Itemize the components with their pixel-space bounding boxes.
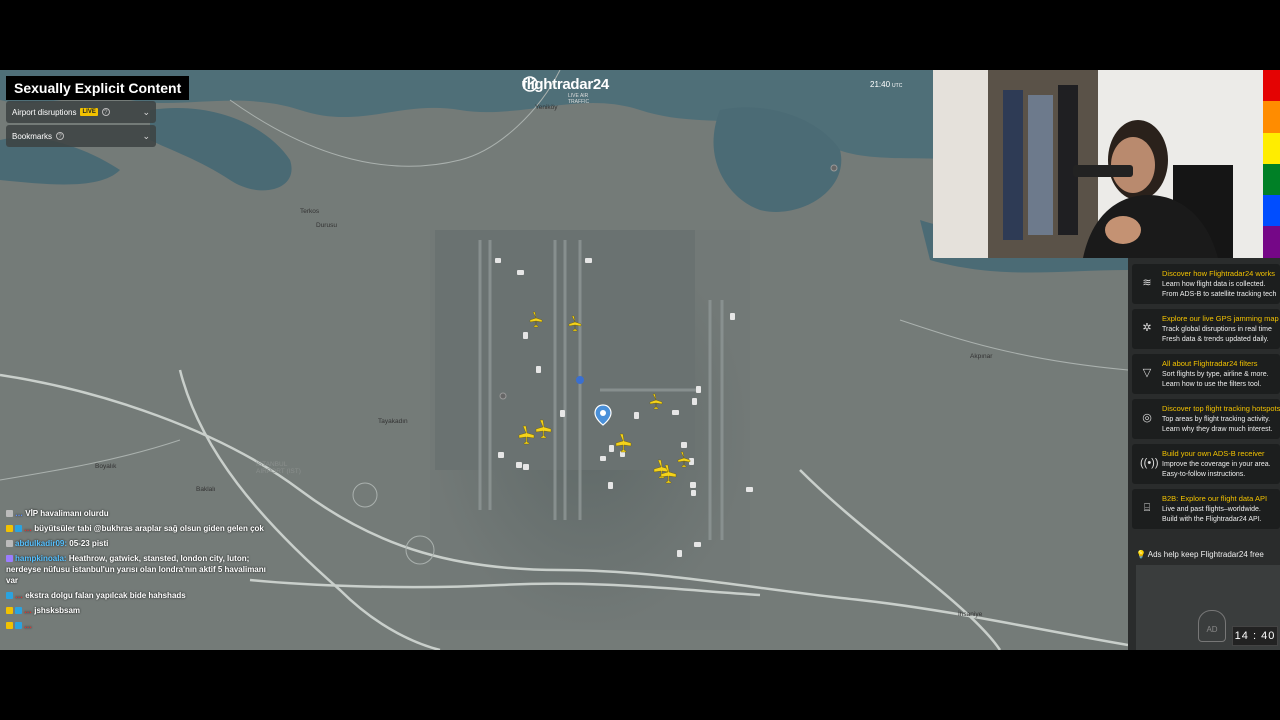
chat-text: VİP havalimanı olurdu (25, 509, 109, 518)
clock-time: 21:40 (870, 80, 891, 89)
chat-message: … VİP havalimanı olurdu (6, 508, 276, 519)
card-title: Discover top flight tracking hotspots (1162, 404, 1280, 413)
chat-message: … ekstra dolgu falan yapılcak bide hahsh… (6, 590, 276, 601)
map-label: Durusu (316, 222, 337, 229)
lightbulb-icon: 💡 (1136, 550, 1146, 559)
chat-message: hampkinoala: Heathrow, gatwick, stansted… (6, 553, 276, 586)
webcam-overlay (933, 70, 1263, 258)
api-icon: ⌸ (1143, 502, 1151, 514)
hotspot-icon: ◎ (1142, 412, 1152, 424)
chat-text: ekstra dolgu falan yapılcak bide hahshad… (25, 591, 186, 600)
card-title: Explore our live GPS jamming map (1162, 314, 1279, 323)
ads-note: 💡 Ads help keep Flightradar24 free (1136, 550, 1264, 559)
card-body: Learn how flight data is collected. From… (1162, 281, 1277, 298)
info-card[interactable]: ◎ Discover top flight tracking hotspots … (1132, 399, 1280, 439)
badge-icon (6, 510, 13, 517)
logo-subtitle: LIVE AIR TRAFFIC (568, 93, 590, 105)
card-body: Improve the coverage in your area. Easy-… (1162, 461, 1271, 478)
chevron-down-icon[interactable]: ⌄ (142, 107, 150, 118)
antenna-icon: ≋ (1142, 277, 1152, 289)
card-title: B2B: Explore our flight data API (1162, 494, 1268, 503)
card-title: All about Flightradar24 filters (1162, 359, 1258, 368)
chat-message: … büyütsüler tabi @bukhras araplar sağ o… (6, 523, 276, 534)
badge-icon (6, 555, 13, 562)
card-body: Top areas by flight tracking activity. L… (1162, 416, 1273, 433)
map-label: Boyalık (95, 463, 117, 470)
card-body: Track global disruptions in real time Fr… (1162, 326, 1272, 343)
badge-icon (15, 525, 22, 532)
map-label: Yeniköy (535, 104, 558, 111)
card-title: Build your own ADS-B receiver (1162, 449, 1265, 458)
chat-message: abdulkadir09: 05-23 pisti (6, 538, 276, 549)
badge-icon (15, 622, 22, 629)
help-icon[interactable]: ? (56, 132, 65, 140)
info-card[interactable]: ▽ All about Flightradar24 filters Sort f… (1132, 354, 1280, 394)
chat-text: 05-23 pisti (69, 539, 109, 548)
chat-message: … jshsksbsam (6, 605, 276, 616)
badge-icon (6, 525, 13, 532)
chat-username: hampkinoala: (15, 554, 67, 563)
clock-zone: UTC (892, 83, 903, 89)
chat-username: … (24, 621, 32, 630)
chat-username: … (24, 606, 32, 615)
info-card[interactable]: ⌸ B2B: Explore our flight data API Live … (1132, 489, 1280, 529)
card-body: Live and past flights–worldwide. Build w… (1162, 506, 1262, 523)
chat-message: … (6, 620, 276, 631)
content-warning-banner: Sexually Explicit Content (6, 76, 190, 100)
receiver-icon: ((•)) (1140, 457, 1159, 469)
pride-flag (1263, 70, 1280, 258)
map-label: Terkos (300, 208, 320, 215)
ad-icon: AD (1198, 610, 1226, 642)
map-label: Baklalı (196, 486, 216, 493)
badge-icon (6, 592, 13, 599)
card-body: Sort flights by type, airline & more. Le… (1162, 371, 1269, 388)
filter-icon: ▽ (1142, 367, 1152, 379)
airport-disruptions-panel[interactable]: Airport disruptions LIVE ? ⌄ (6, 101, 156, 123)
airport-label: İSTANBUL AIRPORT (IST) (256, 461, 301, 475)
webcam-feed (933, 70, 1263, 258)
live-badge: LIVE (80, 108, 98, 116)
radar-icon (522, 76, 538, 92)
flightradar24-logo[interactable]: flightradar24 LIVE AIR TRAFFIC (522, 76, 609, 105)
panel-label: Airport disruptions (12, 107, 77, 117)
chat-username: … (24, 524, 32, 533)
badge-icon (6, 622, 13, 629)
ads-note-text: Ads help keep Flightradar24 free (1147, 550, 1264, 559)
info-card[interactable]: ≋ Discover how Flightradar24 works Learn… (1132, 264, 1280, 304)
info-card[interactable]: ((•)) Build your own ADS-B receiver Impr… (1132, 444, 1280, 484)
stream-timer: 14 : 40 (1232, 626, 1278, 646)
satellite-icon: ✲ (1142, 322, 1152, 334)
stream-stage: Yeniköy Terkos Durusu Tayakadın Boyalık … (0, 70, 1280, 650)
chat-username: abdulkadir09: (15, 539, 68, 548)
chat-text: büyütsüler tabi @bukhras araplar sağ ols… (34, 524, 264, 533)
map-label: Akpınar (970, 353, 993, 360)
info-card[interactable]: ✲ Explore our live GPS jamming map Track… (1132, 309, 1280, 349)
chat-text: jshsksbsam (34, 606, 81, 615)
map-label: Tayakadın (378, 418, 408, 425)
badge-icon (6, 607, 13, 614)
stream-chat: … VİP havalimanı olurdu … büyütsüler tab… (6, 508, 276, 635)
chat-username: … (15, 591, 23, 600)
panel-label: Bookmarks (12, 131, 53, 141)
map-label: İhsaniye (958, 611, 983, 618)
badge-icon (6, 540, 13, 547)
chevron-down-icon[interactable]: ⌄ (142, 131, 150, 142)
utc-clock: 21:40 UTC (870, 80, 902, 89)
help-icon[interactable]: ? (101, 108, 110, 116)
badge-icon (15, 607, 22, 614)
ad-label: AD (1206, 625, 1218, 634)
card-title: Discover how Flightradar24 works (1162, 269, 1275, 278)
bookmarks-panel[interactable]: Bookmarks ? ⌄ (6, 125, 156, 147)
chat-username: … (15, 509, 23, 518)
